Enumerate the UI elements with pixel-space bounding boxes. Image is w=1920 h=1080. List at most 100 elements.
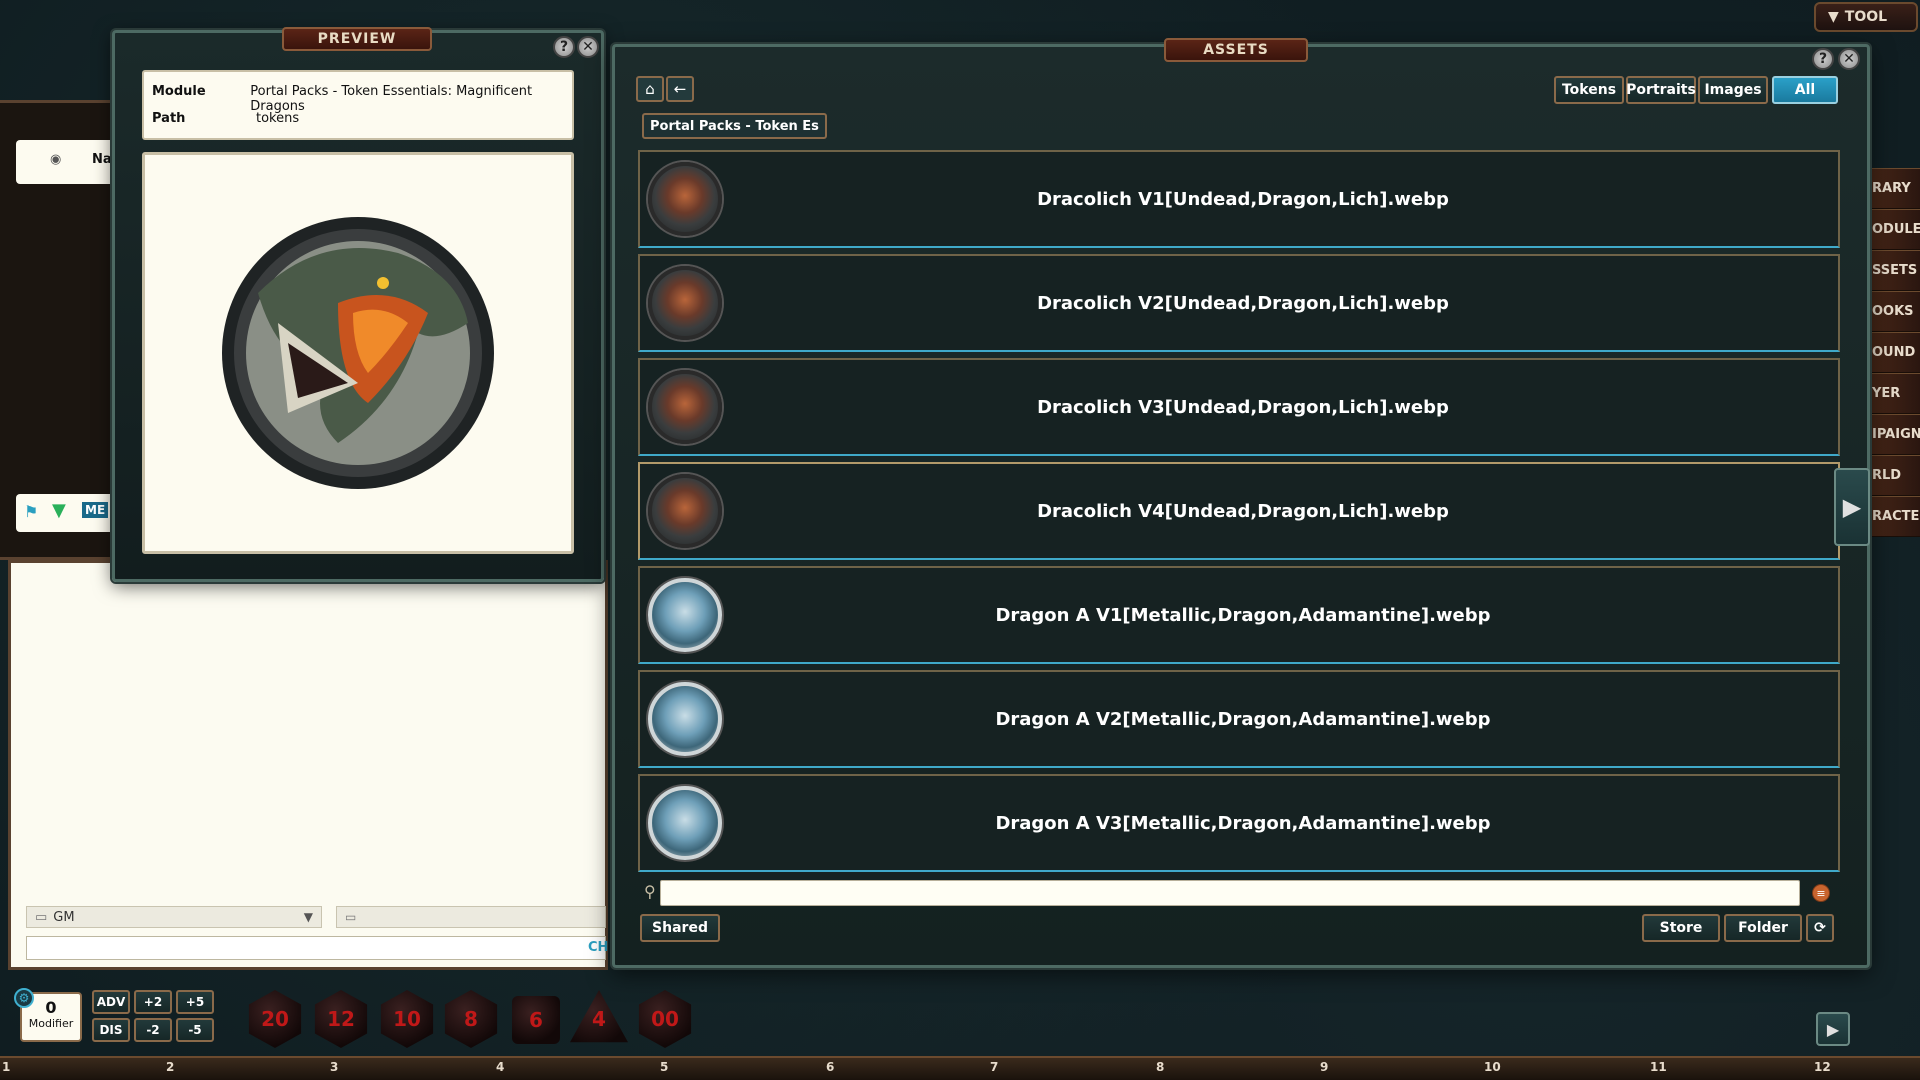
- sidebar-right: RARY ODULES SSETS OOKS OUND SE YER IPAIG…: [1868, 168, 1920, 537]
- ruler-tick: 6: [826, 1060, 835, 1074]
- chat-input[interactable]: [26, 936, 606, 960]
- ruler-tick: 1: [2, 1060, 11, 1074]
- sidebar-item-modules[interactable]: ODULES: [1868, 209, 1920, 250]
- d12-die[interactable]: 12: [314, 990, 368, 1048]
- ruler-tick: 7: [990, 1060, 999, 1074]
- ruler-tick: 12: [1814, 1060, 1831, 1074]
- minus-5-button[interactable]: -5: [176, 1018, 214, 1042]
- asset-list-item[interactable]: Dragon A V2[Metallic,Dragon,Adamantine].…: [638, 670, 1840, 768]
- ruler-tick: 2: [166, 1060, 175, 1074]
- asset-thumbnail: [648, 578, 722, 652]
- asset-name: Dracolich V1[Undead,Dragon,Lich].webp: [1037, 188, 1449, 210]
- ruler: 1 2 3 4 5 6 7 8 9 10 11 12: [0, 1056, 1920, 1080]
- play-icon[interactable]: ▶: [1816, 1012, 1850, 1046]
- path-key: Path: [152, 111, 186, 126]
- asset-list-item[interactable]: Dracolich V1[Undead,Dragon,Lich].webp: [638, 150, 1840, 248]
- menu-icon[interactable]: ≡: [1812, 884, 1830, 902]
- asset-list-item[interactable]: Dragon A V3[Metallic,Dragon,Adamantine].…: [638, 774, 1840, 872]
- chat-mode-select[interactable]: ▭: [336, 906, 606, 928]
- sidebar-item-character[interactable]: RACTER: [1868, 496, 1920, 537]
- help-icon[interactable]: ?: [553, 36, 575, 58]
- d10-die[interactable]: 10: [380, 990, 434, 1048]
- sidebar-item-player[interactable]: YER: [1868, 373, 1920, 414]
- ruler-tick: 11: [1650, 1060, 1667, 1074]
- asset-list-item[interactable]: Dracolich V3[Undead,Dragon,Lich].webp: [638, 358, 1840, 456]
- preview-title[interactable]: PREVIEW: [282, 27, 432, 51]
- asset-list-item[interactable]: Dracolich V2[Undead,Dragon,Lich].webp: [638, 254, 1840, 352]
- d20-die[interactable]: 20: [248, 990, 302, 1048]
- sidebar-item-assets[interactable]: SSETS: [1868, 250, 1920, 291]
- asset-thumbnail: [648, 682, 722, 756]
- chat-send-label[interactable]: CH: [588, 940, 608, 955]
- module-value: Portal Packs - Token Essentials: Magnifi…: [250, 84, 533, 114]
- plus-5-button[interactable]: +5: [176, 990, 214, 1014]
- asset-name: Dracolich V4[Undead,Dragon,Lich].webp: [1037, 500, 1449, 522]
- preview-info: Module Portal Packs - Token Essentials: …: [142, 70, 574, 140]
- ruler-tick: 8: [1156, 1060, 1165, 1074]
- minus-2-button[interactable]: -2: [134, 1018, 172, 1042]
- assets-title[interactable]: ASSETS: [1164, 38, 1308, 62]
- ruler-tick: 9: [1320, 1060, 1329, 1074]
- asset-name: Dragon A V2[Metallic,Dragon,Adamantine].…: [995, 708, 1491, 730]
- sidebar-item-campaign[interactable]: IPAIGN: [1868, 414, 1920, 455]
- d6-die[interactable]: 6: [512, 996, 560, 1044]
- speech-icon: ▭: [345, 910, 357, 924]
- chat-identity-select[interactable]: ▭ GM ▼: [26, 906, 322, 928]
- plus-2-button[interactable]: +2: [134, 990, 172, 1014]
- dis-button[interactable]: DIS: [92, 1018, 130, 1042]
- asset-thumbnail: [648, 162, 722, 236]
- left-card-label: Na: [92, 152, 112, 167]
- sidebar-item-world[interactable]: RLD: [1868, 455, 1920, 496]
- left-card[interactable]: ◉ Na: [16, 140, 126, 184]
- ruler-tick: 3: [330, 1060, 339, 1074]
- close-icon[interactable]: ✕: [1838, 48, 1860, 70]
- asset-list-item[interactable]: Dragon A V1[Metallic,Dragon,Adamantine].…: [638, 566, 1840, 664]
- adv-button[interactable]: ADV: [92, 990, 130, 1014]
- filter-all-button[interactable]: All: [1772, 76, 1838, 104]
- asset-name: Dragon A V1[Metallic,Dragon,Adamantine].…: [995, 604, 1491, 626]
- gear-icon[interactable]: ⚙: [14, 988, 34, 1008]
- next-page-arrow-icon[interactable]: ▶: [1834, 468, 1870, 546]
- close-icon[interactable]: ✕: [577, 36, 599, 58]
- asset-list-item[interactable]: Dracolich V4[Undead,Dragon,Lich].webp: [638, 462, 1840, 560]
- chevron-down-icon: ▼: [303, 910, 313, 924]
- sidebar-item-books[interactable]: OOKS: [1868, 291, 1920, 332]
- ruler-tick: 5: [660, 1060, 669, 1074]
- sidebar-item-sounds[interactable]: OUND SE: [1868, 332, 1920, 373]
- home-icon[interactable]: ⌂: [636, 76, 664, 102]
- store-button[interactable]: Store: [1642, 914, 1720, 942]
- refresh-icon[interactable]: ⟳: [1806, 914, 1834, 942]
- ruler-tick: 10: [1484, 1060, 1501, 1074]
- caret-down-icon: ▼: [1828, 9, 1839, 25]
- filter-portraits-button[interactable]: Portraits: [1626, 76, 1696, 104]
- preview-image-box: [142, 152, 574, 554]
- filter-tokens-button[interactable]: Tokens: [1554, 76, 1624, 104]
- sidebar-item-library[interactable]: RARY: [1868, 168, 1920, 209]
- back-arrow-icon[interactable]: ←: [666, 76, 694, 102]
- asset-thumbnail: [648, 370, 722, 444]
- help-icon[interactable]: ?: [1812, 48, 1834, 70]
- d8-die[interactable]: 8: [444, 990, 498, 1048]
- d4-die[interactable]: 4: [570, 990, 628, 1043]
- chat-identity-value: GM: [53, 909, 75, 925]
- asset-thumbnail: [648, 786, 722, 860]
- asset-thumbnail: [648, 474, 722, 548]
- breadcrumb[interactable]: Portal Packs - Token Es: [642, 113, 827, 139]
- asset-name: Dracolich V2[Undead,Dragon,Lich].webp: [1037, 292, 1449, 314]
- left-card-secondary[interactable]: ⚑ ▼ ME: [16, 494, 126, 532]
- d100-die[interactable]: 00: [638, 990, 692, 1048]
- visibility-icon: ◉: [50, 152, 62, 167]
- folder-button[interactable]: Folder: [1724, 914, 1802, 942]
- triangle-down-icon: ▼: [52, 500, 66, 521]
- module-key: Module: [152, 84, 206, 99]
- filter-images-button[interactable]: Images: [1698, 76, 1768, 104]
- asset-thumbnail: [648, 266, 722, 340]
- modifier-label: Modifier: [28, 1017, 74, 1030]
- tool-tab[interactable]: ▼ TOOL: [1814, 2, 1918, 32]
- flag-icon: ⚑: [24, 502, 39, 521]
- shared-button[interactable]: Shared: [640, 914, 720, 942]
- tool-tab-label: TOOL: [1844, 9, 1888, 25]
- ruler-tick: 4: [496, 1060, 505, 1074]
- search-input[interactable]: [660, 880, 1800, 906]
- path-value: tokens: [256, 111, 300, 126]
